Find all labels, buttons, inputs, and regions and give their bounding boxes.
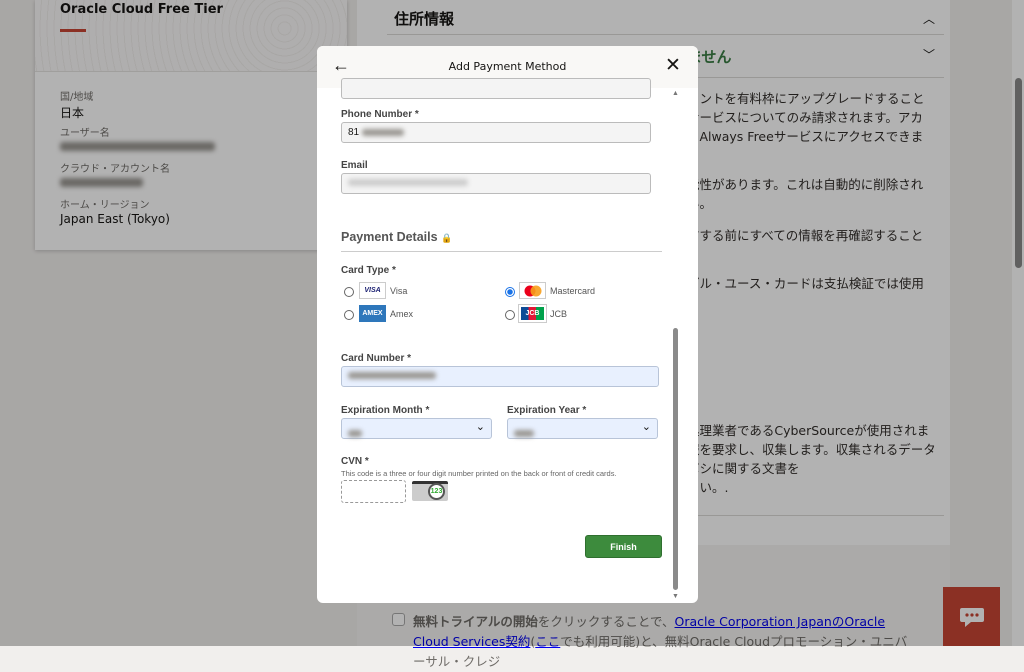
exp-month-label: Expiration Month * (341, 405, 430, 416)
email-label: Email (341, 160, 368, 171)
amex-label: Amex (390, 309, 414, 319)
phone-input[interactable]: 81 (341, 122, 651, 143)
card-number-label: Card Number * (341, 353, 412, 364)
jcb-label: JCB (550, 309, 568, 319)
lock-icon: 🔒 (441, 233, 453, 243)
scrollbar-thumb[interactable] (673, 328, 678, 590)
card-number-input[interactable] (341, 366, 659, 387)
visa-logo: VISA (359, 282, 386, 299)
email-input[interactable] (341, 173, 651, 194)
scroll-down-icon: ▼ (672, 593, 679, 600)
jcb-logo: JCB (518, 304, 547, 323)
dialog-scrollbar[interactable]: ▲ ▼ (670, 88, 680, 603)
visa-label: Visa (390, 286, 408, 296)
mastercard-radio[interactable] (505, 287, 515, 297)
amex-logo: AMEX (359, 305, 386, 322)
cvn-label: CVN * (341, 456, 369, 467)
exp-year-label: Expiration Year * (507, 405, 587, 416)
cvn-help-text: This code is a three or four digit numbe… (341, 469, 617, 478)
finish-button[interactable]: Finish (585, 535, 662, 558)
divider (341, 251, 662, 252)
amex-radio[interactable] (344, 310, 354, 320)
exp-year-select[interactable]: ⌄ (507, 418, 658, 439)
jcb-radio[interactable] (505, 310, 515, 320)
phone-label: Phone Number * (341, 109, 419, 120)
chevron-down-icon: ⌄ (475, 421, 485, 433)
dialog-title: Add Payment Method (448, 60, 567, 73)
chevron-down-icon: ⌄ (641, 421, 651, 433)
cvn-card-icon: 123 (412, 481, 448, 501)
payment-form: Phone Number * 81 Email Payment Details … (317, 78, 698, 603)
add-payment-dialog: ← Add Payment Method ✕ Phone Number * 81… (317, 46, 698, 603)
payment-details-heading: Payment Details 🔒 (341, 230, 453, 244)
scroll-up-icon: ▲ (672, 90, 679, 97)
mastercard-logo (519, 282, 546, 299)
cvn-input[interactable] (341, 480, 406, 503)
mastercard-label: Mastercard (550, 286, 596, 296)
previous-field-input[interactable] (341, 78, 651, 99)
visa-radio[interactable] (344, 287, 354, 297)
card-type-label: Card Type * (341, 265, 396, 276)
exp-month-select[interactable]: ⌄ (341, 418, 492, 439)
close-icon[interactable]: ✕ (665, 54, 681, 77)
